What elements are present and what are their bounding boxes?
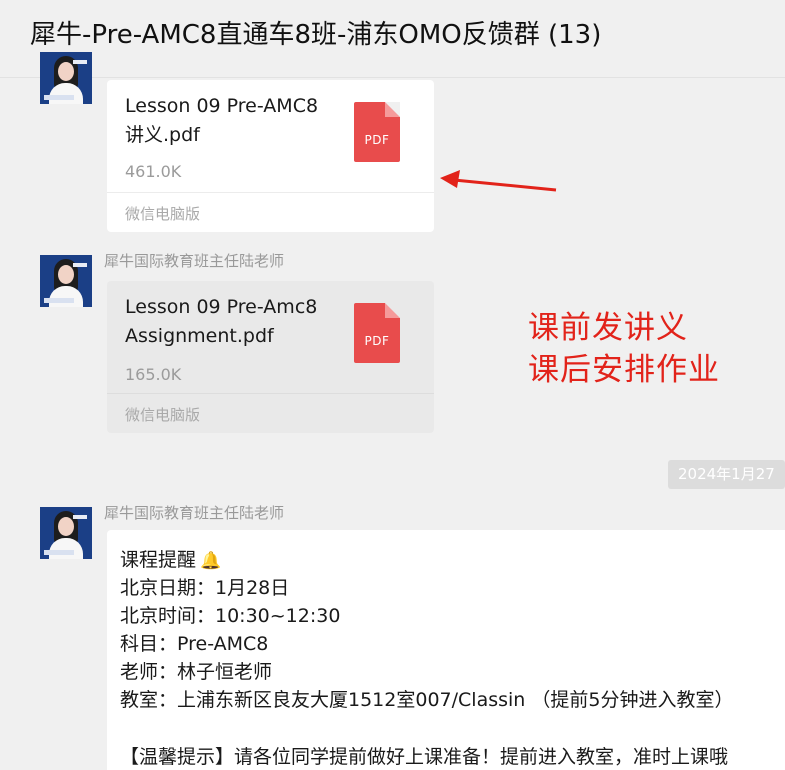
- text-message-bubble[interactable]: 课程提醒 🔔 北京日期：1月28日 北京时间：10:30~12:30 科目：Pre…: [107, 530, 785, 770]
- reminder-classroom: 教室：上浦东新区良友大厦1512室007/Classin （提前5分钟进入教室）: [120, 689, 734, 711]
- file-source-label: 微信电脑版: [125, 205, 201, 223]
- reminder-teacher: 老师：林子恒老师: [120, 661, 273, 683]
- file-message-card[interactable]: Lesson 09 Pre-Amc8 Assignment.pdf 165.0K…: [107, 281, 434, 433]
- file-name: Lesson 09 Pre-AMC8 讲义.pdf: [125, 95, 319, 146]
- reminder-subject: 科目：Pre-AMC8: [120, 633, 269, 655]
- pdf-file-icon: PDF: [354, 102, 400, 162]
- reminder-time: 北京时间：10:30~12:30: [120, 605, 341, 627]
- reminder-title: 课程提醒 🔔: [120, 549, 222, 571]
- file-source-footer: 微信电脑版: [107, 192, 434, 232]
- reminder-date: 北京日期：1月28日: [120, 577, 290, 599]
- file-size: 461.0K: [125, 162, 182, 181]
- file-name: Lesson 09 Pre-Amc8 Assignment.pdf: [125, 296, 318, 347]
- file-source-label: 微信电脑版: [125, 406, 201, 424]
- file-source-footer: 微信电脑版: [107, 393, 434, 433]
- sender-name: 犀牛国际教育班主任陆老师: [104, 504, 285, 522]
- file-size: 165.0K: [125, 365, 182, 384]
- message-timestamp: 2024年1月27: [668, 460, 785, 489]
- sender-avatar[interactable]: [40, 507, 92, 559]
- bell-icon: 🔔: [200, 551, 222, 571]
- sender-avatar[interactable]: [40, 52, 92, 104]
- pdf-file-icon: PDF: [354, 303, 400, 363]
- sender-name: 犀牛国际教育班主任陆老师: [104, 252, 285, 270]
- sender-avatar[interactable]: [40, 255, 92, 307]
- chat-title-bar: 犀牛-Pre-AMC8直通车8班-浦东OMO反馈群 (13): [0, 0, 785, 78]
- reminder-tip: 【温馨提示】请各位同学提前做好上课准备！提前进入教室，准时上课哦: [120, 746, 729, 768]
- chat-title: 犀牛-Pre-AMC8直通车8班-浦东OMO反馈群 (13): [30, 20, 602, 50]
- chat-window: 犀牛-Pre-AMC8直通车8班-浦东OMO反馈群 (13) Lesson 09…: [0, 0, 785, 770]
- annotation-text: 课后安排作业: [528, 352, 720, 388]
- file-message-card[interactable]: Lesson 09 Pre-AMC8 讲义.pdf 461.0K PDF 微信电…: [107, 80, 434, 232]
- annotation-text: 课前发讲义: [528, 310, 688, 346]
- arrow-annotation-icon: [440, 170, 557, 192]
